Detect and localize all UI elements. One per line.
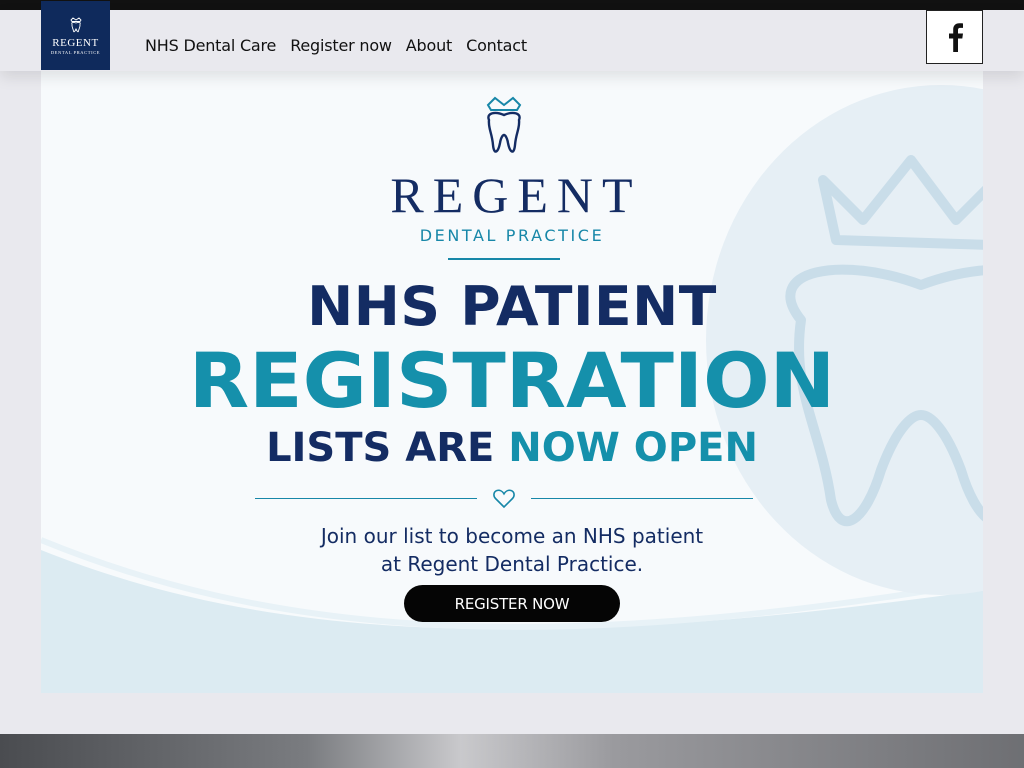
nav-about[interactable]: About xyxy=(406,36,453,55)
logo-subtitle: DENTAL PRACTICE xyxy=(50,49,101,55)
join-text: Join our list to become an NHS patient a… xyxy=(41,522,983,578)
tooth-crown-icon xyxy=(486,96,522,153)
join-line-1: Join our list to become an NHS patient xyxy=(320,524,704,548)
headline-nhs-patient: NHS PATIENT xyxy=(307,275,717,338)
banner-brand-subtitle: DENTAL PRACTICE xyxy=(419,226,605,245)
banner-brand-name: REGENT xyxy=(390,167,642,223)
facebook-button[interactable] xyxy=(926,10,983,64)
tooth-crown-icon xyxy=(69,16,82,32)
register-now-button[interactable]: REGISTER NOW xyxy=(404,585,620,622)
headline-now-open: NOW OPEN xyxy=(508,425,758,471)
divider-right xyxy=(531,498,753,499)
facebook-icon xyxy=(948,23,963,52)
nhs-registration-banner: REGENT DENTAL PRACTICE NHS PATIENT REGIS… xyxy=(41,70,983,693)
nav-register-now[interactable]: Register now xyxy=(290,36,392,55)
logo-name: REGENT xyxy=(52,36,99,49)
join-line-2: at Regent Dental Practice. xyxy=(380,552,644,576)
brand-divider xyxy=(448,258,560,260)
main-nav: NHS Dental Care Register now About Conta… xyxy=(145,20,527,71)
nav-nhs-dental-care[interactable]: NHS Dental Care xyxy=(145,36,276,55)
headline-registration: REGISTRATION xyxy=(188,336,836,425)
heart-icon xyxy=(493,489,515,509)
next-section-image xyxy=(0,734,1024,768)
site-header: NHS Dental Care Register now About Conta… xyxy=(0,10,1024,71)
headline-lists-open: LISTS ARE NOW OPEN xyxy=(41,425,983,471)
site-logo[interactable]: REGENT DENTAL PRACTICE xyxy=(41,1,110,70)
headline-lists-are: LISTS ARE xyxy=(266,425,495,471)
nav-contact[interactable]: Contact xyxy=(466,36,527,55)
divider-left xyxy=(255,498,477,499)
top-strip xyxy=(0,0,1024,10)
